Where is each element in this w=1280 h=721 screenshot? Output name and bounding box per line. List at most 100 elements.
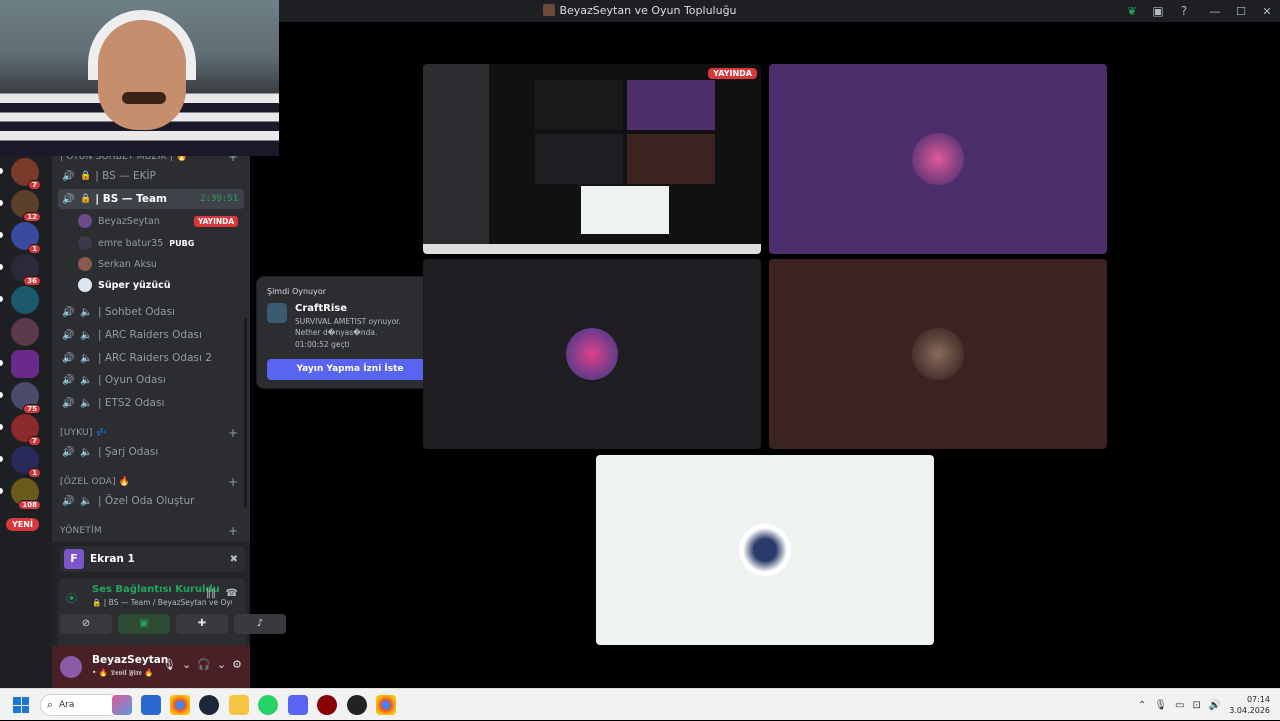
chrome-icon[interactable]: [170, 695, 190, 715]
disconnect-icon[interactable]: ☎: [226, 588, 238, 599]
folder-icon[interactable]: [229, 695, 249, 715]
close-button[interactable]: ✕: [1254, 5, 1280, 18]
chevron-up-icon[interactable]: ⌃: [1138, 700, 1146, 711]
channel-label: | Oyun Odası: [98, 374, 166, 386]
server-icon-7[interactable]: [11, 350, 39, 378]
microphone-icon[interactable]: 🎙: [1154, 700, 1167, 711]
camera-off-button[interactable]: ⊘: [60, 614, 112, 634]
add-channel-icon[interactable]: +: [228, 426, 238, 440]
close-screen-icon[interactable]: ✖: [230, 554, 238, 565]
chrome-icon[interactable]: [376, 695, 396, 715]
network-icon[interactable]: ⊡: [1192, 700, 1200, 711]
server-icon-6[interactable]: [11, 318, 39, 346]
participant-tile[interactable]: [769, 64, 1107, 254]
mustache-shape: [122, 92, 166, 104]
server-icon-10[interactable]: 1: [11, 446, 41, 478]
new-badge[interactable]: YENİ: [6, 518, 39, 531]
clock[interactable]: 07:14 3.04.2026: [1229, 694, 1270, 716]
voice-channel-ekip[interactable]: 🔊 🔒 | BS — EKİP: [58, 166, 244, 186]
speaker-icon: 🔊: [62, 374, 75, 386]
voice-status-sub[interactable]: 🔒 | BS — Team / BeyazSeytan ve Oyun ...: [92, 598, 232, 607]
request-stream-button[interactable]: Yayın Yapma İzni İste: [267, 359, 433, 380]
voice-channel-team[interactable]: 🔊 🔒 | BS — Team 2:39:51: [58, 189, 244, 209]
game-elapsed: 01:00:52 geçti: [295, 340, 350, 349]
voice-channel-oyun[interactable]: 🔊 🔈 | Oyun Odası: [58, 370, 244, 390]
server-icon-3[interactable]: 1: [11, 222, 41, 254]
microphone-icon[interactable]: 🎙: [162, 658, 176, 671]
screen-share-row[interactable]: F Ekran 1 ✖: [60, 546, 246, 572]
activities-button[interactable]: ✚: [176, 614, 228, 634]
gear-icon[interactable]: ⚙: [232, 658, 242, 671]
volume-icon[interactable]: 🔊: [1209, 700, 1221, 711]
live-badge: YAYINDA: [193, 215, 239, 227]
store-icon[interactable]: [141, 695, 161, 715]
user-name[interactable]: BeyazSeytan: [92, 654, 168, 666]
game-badge: PUBG: [169, 238, 195, 248]
stream-preview-taskbar: [423, 244, 761, 254]
voice-channel-arc2[interactable]: 🔊 🔈 | ARC Raiders Odası 2: [58, 348, 244, 368]
steam-icon[interactable]: [199, 695, 219, 715]
stream-tile[interactable]: YAYINDA: [423, 64, 761, 254]
live-badge: YAYINDA: [708, 68, 757, 79]
category-ozel[interactable]: [ÖZEL ODA] 🔥: [60, 477, 130, 487]
voice-channel-sohbet[interactable]: 🔊 🔈 | Sohbet Odası: [58, 302, 244, 322]
voice-channel-ets[interactable]: 🔊 🔈 | ETS2 Odası: [58, 393, 244, 413]
server-icon-2[interactable]: 12: [11, 190, 41, 222]
server-icon-9[interactable]: 7: [11, 414, 41, 446]
channel-label: | Sohbet Odası: [98, 306, 175, 318]
copilot-icon[interactable]: [112, 695, 132, 715]
chevron-down-icon[interactable]: ⌄: [217, 658, 226, 671]
voice-channel-sarj[interactable]: 🔊 🔈 | Şarj Odası: [58, 442, 244, 462]
screen-share-label: Ekran 1: [90, 553, 135, 565]
headphones-icon[interactable]: 🎧: [197, 658, 211, 671]
app-icon[interactable]: [317, 695, 337, 715]
whatsapp-icon[interactable]: [258, 695, 278, 715]
unread-pip: [0, 296, 3, 302]
avatar: [78, 257, 92, 271]
user-panel: F Ekran 1 ✖ ⦿ Ses Bağlantısı Kuruldu 🔒 |…: [52, 542, 286, 688]
noise-suppression-icon[interactable]: ‖‖: [206, 588, 216, 599]
server-badge: 1: [28, 468, 41, 478]
voice-member[interactable]: Serkan Aksu: [78, 254, 242, 274]
stream-preview-tile: [627, 80, 715, 130]
server-icon-5[interactable]: [11, 286, 39, 314]
screen-share-button[interactable]: ▣: [118, 614, 170, 634]
add-channel-icon[interactable]: +: [228, 524, 238, 538]
leaf-icon[interactable]: ❦: [1124, 4, 1140, 18]
maximize-button[interactable]: ☐: [1228, 5, 1254, 18]
participant-tile[interactable]: [423, 259, 761, 449]
taskbar-search[interactable]: Ara: [40, 694, 120, 716]
server-icon-11[interactable]: 108: [11, 478, 41, 510]
speaker-icon: 🔈: [80, 374, 93, 386]
help-icon[interactable]: ?: [1176, 4, 1192, 18]
server-icon-8[interactable]: 75: [11, 382, 41, 414]
windows-start-icon[interactable]: [13, 697, 29, 713]
signal-icon[interactable]: ⦿: [66, 590, 77, 606]
avatar[interactable]: [60, 656, 82, 678]
participant-tile[interactable]: [596, 455, 934, 645]
category-yonetim[interactable]: YÖNETİM: [60, 526, 102, 536]
voice-member[interactable]: emre batur35 PUBG: [78, 233, 242, 253]
voice-channel-arc[interactable]: 🔊 🔈 | ARC Raiders Odası: [58, 325, 244, 345]
voice-member[interactable]: Süper yüzücü: [78, 275, 242, 295]
voice-channel-ozel[interactable]: 🔊 🔈 | Özel Oda Oluştur: [58, 491, 244, 511]
display-icon[interactable]: ▭: [1175, 700, 1184, 711]
discord-icon[interactable]: [288, 695, 308, 715]
screen-icon[interactable]: ▣: [1150, 4, 1166, 18]
category-uyku[interactable]: [UYKU] 💤: [60, 428, 107, 438]
call-timer: 2:39:51: [200, 194, 238, 204]
server-badge: 1: [28, 244, 41, 254]
unread-pip: [0, 264, 3, 270]
voice-status-title[interactable]: Ses Bağlantısı Kuruldu: [92, 584, 220, 595]
chevron-down-icon[interactable]: ⌄: [182, 658, 191, 671]
channel-label: | BS — Team: [95, 193, 168, 205]
soundboard-button[interactable]: ♪: [234, 614, 286, 634]
server-icon-4[interactable]: 36: [11, 254, 41, 286]
channel-scrollbar[interactable]: [244, 318, 247, 508]
server-icon-1[interactable]: 7: [11, 158, 41, 190]
voice-member[interactable]: BeyazSeytan YAYINDA: [78, 211, 242, 231]
add-channel-icon[interactable]: +: [228, 475, 238, 489]
participant-tile[interactable]: [769, 259, 1107, 449]
obs-icon[interactable]: [347, 695, 367, 715]
minimize-button[interactable]: —: [1202, 5, 1228, 18]
